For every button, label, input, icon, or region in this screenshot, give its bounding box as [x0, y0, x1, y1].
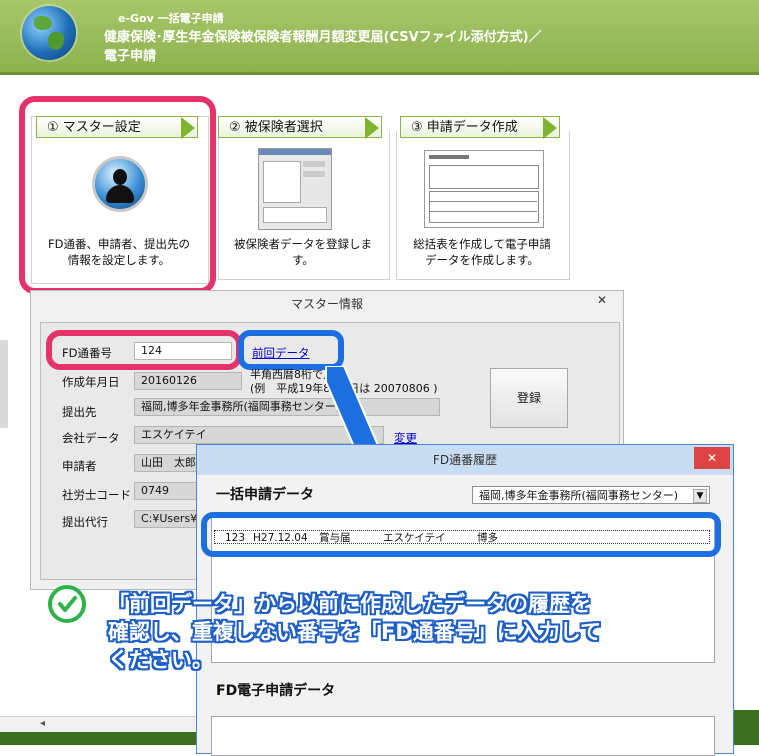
horizontal-scrollbar[interactable]	[0, 716, 196, 733]
step-tab-insured[interactable]: ② 被保険者選択	[218, 116, 382, 139]
highlight-fd-number	[46, 330, 242, 370]
chevron-right-icon	[543, 117, 557, 139]
header-divider	[0, 72, 759, 75]
date-label: 作成年月日	[62, 375, 120, 389]
close-icon[interactable]: ✕	[694, 447, 730, 469]
scroll-left-icon[interactable]: ◂	[40, 718, 45, 729]
page-title: 健康保険･厚生年金保険被保険者報酬月額変更届(CSVファイル添付方式)／ 電子申…	[104, 30, 542, 64]
highlight-history-row	[201, 512, 721, 557]
register-button[interactable]: 登録	[490, 368, 568, 428]
instruction-annotation: 「前回データ」から以前に作成したデータの履歴を 確認し、重複しない番号を「FD通…	[108, 592, 602, 672]
highlight-prev-data	[238, 330, 344, 370]
master-window-title: マスター情報	[290, 297, 363, 311]
chevron-down-icon: ▼	[693, 489, 707, 503]
summary-form-thumbnail	[424, 150, 544, 228]
proxy-label: 提出代行	[62, 515, 108, 529]
step-desc-create: 総括表を作成して電子申請 データを作成します。	[413, 237, 551, 267]
fd-data-list[interactable]	[211, 716, 715, 756]
step-tab-create[interactable]: ③ 申請データ作成	[400, 116, 560, 139]
status-bar-right	[734, 710, 759, 745]
date-input[interactable]: 20160126	[134, 372, 242, 390]
fd-history-title: FD通番履歴	[432, 453, 498, 467]
close-icon[interactable]: ✕	[587, 291, 617, 309]
chevron-right-icon	[365, 117, 379, 139]
destination-label: 提出先	[62, 405, 97, 419]
highlight-master-step	[19, 96, 216, 294]
globe-logo-icon	[22, 6, 76, 60]
applicant-label: 申請者	[62, 459, 97, 473]
bulk-data-heading: 一括申請データ	[216, 487, 314, 503]
insured-screen-thumbnail	[258, 148, 332, 230]
company-label: 会社データ	[62, 431, 120, 445]
fd-data-heading: FD電子申請データ	[216, 683, 336, 699]
sharoushi-code-label: 社労士コード	[62, 488, 131, 502]
app-name: e-Gov 一括電子申請	[118, 12, 224, 25]
left-scroll-strip	[0, 340, 8, 428]
office-dropdown[interactable]: 福岡,博多年金事務所(福岡事務センター) ▼	[472, 486, 710, 504]
step-desc-insured: 被保険者データを登録しま す。	[234, 237, 372, 267]
status-bar	[0, 732, 196, 745]
check-icon	[48, 585, 86, 623]
